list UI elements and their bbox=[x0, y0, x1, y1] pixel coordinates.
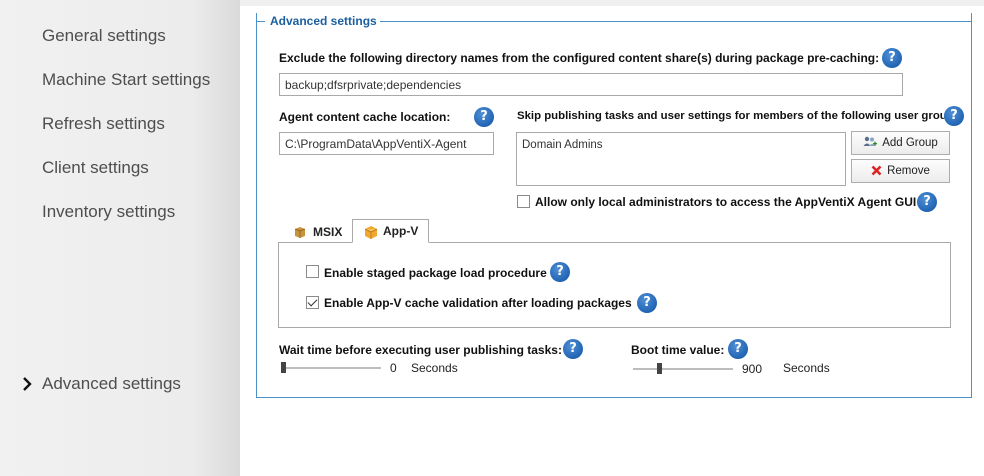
boot-time-slider-thumb[interactable] bbox=[656, 363, 662, 374]
group-border-left bbox=[257, 21, 265, 22]
sidebar-item-machine-start[interactable]: Machine Start settings bbox=[42, 70, 210, 90]
remove-button[interactable]: Remove bbox=[851, 159, 950, 183]
sidebar-item-refresh[interactable]: Refresh settings bbox=[42, 114, 165, 134]
boot-time-label: Boot time value: bbox=[631, 343, 725, 357]
cache-location-input[interactable]: C:\ProgramData\AppVentiX-Agent bbox=[279, 132, 494, 155]
package-box-icon bbox=[293, 225, 307, 239]
boot-time-unit: Seconds bbox=[783, 361, 830, 375]
list-item[interactable]: Domain Admins bbox=[522, 139, 840, 151]
boot-time-value: 900 bbox=[742, 362, 763, 376]
sidebar-item-inventory[interactable]: Inventory settings bbox=[42, 202, 175, 222]
wait-time-unit: Seconds bbox=[411, 361, 458, 375]
help-icon-exclude[interactable]: ? bbox=[882, 48, 902, 68]
user-groups-list[interactable]: Domain Admins bbox=[516, 132, 846, 186]
staged-load-label: Enable staged package load procedure bbox=[324, 266, 547, 280]
help-icon-boot-time[interactable]: ? bbox=[728, 339, 748, 359]
chevron-right-icon bbox=[23, 377, 32, 391]
help-icon-cache-validation[interactable]: ? bbox=[637, 293, 657, 313]
add-users-icon bbox=[863, 136, 878, 150]
tab-app-v[interactable]: App-V bbox=[352, 219, 430, 243]
tab-msix[interactable]: MSIX bbox=[287, 221, 348, 243]
group-border-right bbox=[380, 21, 972, 22]
top-strip bbox=[240, 0, 984, 6]
boot-time-slider-track[interactable] bbox=[633, 368, 733, 370]
skip-groups-label: Skip publishing tasks and user settings … bbox=[517, 110, 964, 122]
help-icon-local-admins[interactable]: ? bbox=[917, 192, 937, 212]
help-icon-skip-groups[interactable]: ? bbox=[944, 106, 964, 126]
allow-local-admins-label: Allow only local administrators to acces… bbox=[535, 195, 917, 209]
allow-local-admins-checkbox[interactable] bbox=[517, 195, 530, 208]
help-icon-wait-time[interactable]: ? bbox=[563, 339, 583, 359]
cache-validation-checkbox[interactable] bbox=[306, 296, 319, 309]
cache-location-label: Agent content cache location: bbox=[279, 110, 451, 124]
help-icon-staged-load[interactable]: ? bbox=[550, 262, 570, 282]
wait-time-value: 0 bbox=[390, 361, 397, 375]
staged-load-checkbox[interactable] bbox=[306, 265, 319, 278]
wait-time-slider-track[interactable] bbox=[281, 367, 381, 369]
tab-app-v-label: App-V bbox=[383, 224, 419, 238]
remove-label: Remove bbox=[887, 165, 930, 177]
exclude-dirs-label: Exclude the following directory names fr… bbox=[279, 51, 880, 65]
cache-validation-label: Enable App-V cache validation after load… bbox=[324, 296, 632, 310]
settings-sidebar: General settings Machine Start settings … bbox=[0, 0, 240, 476]
sidebar-item-advanced[interactable]: Advanced settings bbox=[42, 374, 181, 394]
group-legend: Advanced settings bbox=[270, 14, 377, 28]
sidebar-item-client[interactable]: Client settings bbox=[42, 158, 149, 178]
sidebar-item-general[interactable]: General settings bbox=[42, 26, 166, 46]
app-v-tab-panel bbox=[278, 242, 951, 328]
help-icon-cache[interactable]: ? bbox=[474, 107, 494, 127]
tab-msix-label: MSIX bbox=[313, 225, 343, 239]
exclude-dirs-input[interactable]: backup;dfsrprivate;dependencies bbox=[279, 73, 903, 96]
wait-time-slider-thumb[interactable] bbox=[281, 362, 286, 373]
add-group-label: Add Group bbox=[882, 137, 938, 149]
add-group-button[interactable]: Add Group bbox=[851, 131, 950, 155]
red-x-icon bbox=[871, 165, 882, 178]
appv-box-icon bbox=[363, 224, 378, 239]
wait-time-label: Wait time before executing user publishi… bbox=[279, 343, 562, 357]
